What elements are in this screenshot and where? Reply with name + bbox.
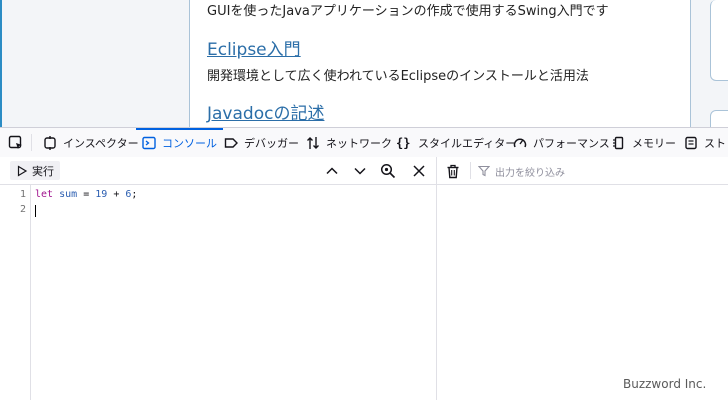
clear-output-button[interactable] — [443, 161, 463, 181]
line-number-gutter: 1 2 — [0, 185, 31, 400]
devtools-tabbar: インスペクター コンソール デバッガー ネットワーク {} スタイルエディター … — [0, 127, 728, 158]
console-icon — [142, 136, 156, 149]
editor-output-divider — [436, 157, 437, 184]
close-icon — [413, 165, 425, 177]
tab-inspector[interactable]: インスペクター — [43, 128, 139, 157]
element-picker-icon — [8, 135, 22, 149]
watermark: Buzzword Inc. — [623, 377, 707, 391]
tab-storage-label: ストレ — [704, 136, 728, 150]
tab-inspector-label: インスペクター — [63, 136, 139, 150]
inspector-icon — [44, 135, 56, 150]
console-toolbar: 実行 出力を絞り込み — [0, 157, 728, 185]
code-variable: sum — [59, 189, 78, 200]
tab-console[interactable]: コンソール — [136, 128, 223, 157]
line-number: 2 — [19, 204, 26, 215]
tab-debugger[interactable]: デバッガー — [224, 128, 299, 157]
run-button-label: 実行 — [32, 164, 54, 178]
tab-debugger-label: デバッガー — [244, 136, 299, 150]
run-button[interactable]: 実行 — [10, 161, 60, 180]
debugger-icon — [224, 137, 238, 148]
article-description-swing: GUIを使ったJavaアプリケーションの作成で使用するSwing入門です — [207, 4, 609, 19]
toolbar-divider-2 — [470, 162, 471, 179]
memory-icon — [613, 136, 624, 149]
storage-icon — [685, 136, 697, 149]
sidebar-box — [710, 0, 728, 81]
code-line-1[interactable]: let sum = 19 + 6; — [35, 189, 137, 200]
article-description-eclipse: 開発環境として広く使われているEclipseのインストールと活用法 — [207, 69, 589, 84]
close-editor-button[interactable] — [409, 161, 429, 181]
tab-storage[interactable]: ストレ — [684, 128, 728, 157]
output-filter-placeholder: 出力を絞り込み — [495, 167, 565, 179]
play-icon — [17, 164, 28, 177]
web-page-area: GUIを使ったJavaアプリケーションの作成で使用するSwing入門です Ecl… — [0, 0, 728, 127]
chevron-up-icon — [326, 167, 338, 175]
filter-icon — [478, 165, 490, 177]
code-operator: + — [113, 189, 120, 200]
code-terminator: ; — [131, 189, 138, 200]
line-number: 1 — [19, 189, 26, 200]
link-eclipse[interactable]: Eclipse入門 — [207, 35, 301, 60]
toolbar-divider — [31, 134, 32, 151]
code-number: 19 — [95, 189, 108, 200]
tab-console-label: コンソール — [162, 136, 217, 150]
tab-memory-label: メモリー — [632, 136, 676, 150]
pretty-print-button[interactable] — [378, 161, 398, 181]
tab-selected-indicator — [136, 128, 223, 130]
output-filter-input[interactable]: 出力を絞り込み — [478, 161, 565, 181]
magnifier-icon — [380, 163, 396, 179]
network-icon — [307, 136, 319, 149]
history-next-button[interactable] — [350, 161, 370, 181]
style-editor-icon: {} — [396, 135, 411, 150]
sidebar-box-2 — [710, 110, 728, 127]
trash-icon — [447, 164, 459, 178]
code-operator: = — [83, 189, 90, 200]
tab-memory[interactable]: メモリー — [612, 128, 676, 157]
link-javadoc[interactable]: Javadocの記述 — [207, 99, 324, 124]
text-caret — [35, 205, 36, 217]
history-previous-button[interactable] — [322, 161, 342, 181]
tab-network-label: ネットワーク — [326, 136, 392, 150]
code-keyword: let — [35, 189, 54, 200]
element-picker-button[interactable] — [8, 128, 24, 157]
tab-network[interactable]: ネットワーク — [306, 128, 392, 157]
tab-style-editor-label: スタイルエディター — [418, 136, 517, 150]
tab-performance-label: パフォーマンス — [533, 136, 610, 150]
tab-style-editor[interactable]: {} スタイルエディター — [396, 128, 516, 157]
page-left-border — [0, 0, 2, 127]
performance-icon — [513, 137, 527, 147]
chevron-down-icon — [354, 167, 366, 175]
tab-performance[interactable]: パフォーマンス — [513, 128, 610, 157]
output-pane — [437, 185, 728, 400]
